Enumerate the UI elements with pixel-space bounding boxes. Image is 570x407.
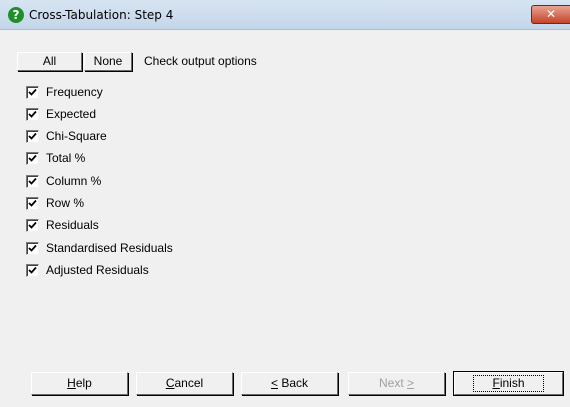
back-button[interactable]: < Back — [241, 372, 338, 395]
next-button-label-pre: Next — [378, 376, 407, 390]
finish-button[interactable]: Finish — [454, 372, 563, 395]
check-mark-icon — [28, 221, 37, 229]
next-button[interactable]: Next > — [348, 372, 445, 395]
option-checkbox[interactable] — [26, 86, 39, 99]
help-button[interactable]: Help — [31, 372, 128, 395]
check-mark-icon — [28, 199, 37, 207]
option-checkbox[interactable] — [26, 242, 39, 255]
dialog-body: All None Check output options Frequency E… — [0, 30, 570, 407]
check-mark-icon — [28, 244, 37, 252]
option-label: Frequency — [46, 85, 103, 99]
finish-focus-rect: Finish — [473, 375, 544, 392]
option-label: Residuals — [46, 218, 99, 232]
option-checkbox[interactable] — [26, 197, 39, 210]
option-checkbox[interactable] — [26, 152, 39, 165]
title-bar: ? Cross-Tabulation: Step 4 ✕ — [0, 0, 570, 30]
help-icon: ? — [8, 7, 24, 23]
check-mark-icon — [28, 88, 37, 96]
cancel-button[interactable]: Cancel — [136, 372, 233, 395]
option-label: Total % — [46, 151, 86, 165]
option-checkbox[interactable] — [26, 108, 39, 121]
back-button-label-post: Back — [278, 376, 309, 390]
finish-button-label-post: inish — [499, 376, 525, 390]
help-button-label-post: elp — [75, 376, 92, 390]
check-mark-icon — [28, 110, 37, 118]
check-none-button[interactable]: None — [84, 52, 132, 71]
check-mark-icon — [28, 177, 37, 185]
option-label: Adjusted Residuals — [46, 263, 149, 277]
option-label: Row % — [46, 196, 85, 210]
check-mark-icon — [28, 266, 37, 274]
finish-button-mnemonic: F — [492, 376, 500, 390]
option-label: Column % — [46, 174, 102, 188]
option-checkbox[interactable] — [26, 219, 39, 232]
check-mark-icon — [28, 132, 37, 140]
back-button-mnemonic: < — [270, 376, 278, 390]
help-button-mnemonic: H — [67, 376, 76, 390]
check-all-button[interactable]: All — [17, 52, 82, 71]
close-button[interactable]: ✕ — [531, 5, 570, 24]
option-label: Expected — [46, 107, 97, 121]
cancel-button-label-post: ancel — [174, 376, 204, 390]
check-output-options-label: Check output options — [144, 54, 257, 68]
next-button-mnemonic: > — [407, 376, 415, 390]
option-checkbox[interactable] — [26, 130, 39, 143]
option-label: Standardised Residuals — [46, 241, 173, 255]
window-title: Cross-Tabulation: Step 4 — [29, 8, 174, 22]
check-mark-icon — [28, 154, 37, 162]
option-label: Chi-Square — [46, 129, 107, 143]
option-checkbox[interactable] — [26, 175, 39, 188]
option-checkbox[interactable] — [26, 264, 39, 277]
